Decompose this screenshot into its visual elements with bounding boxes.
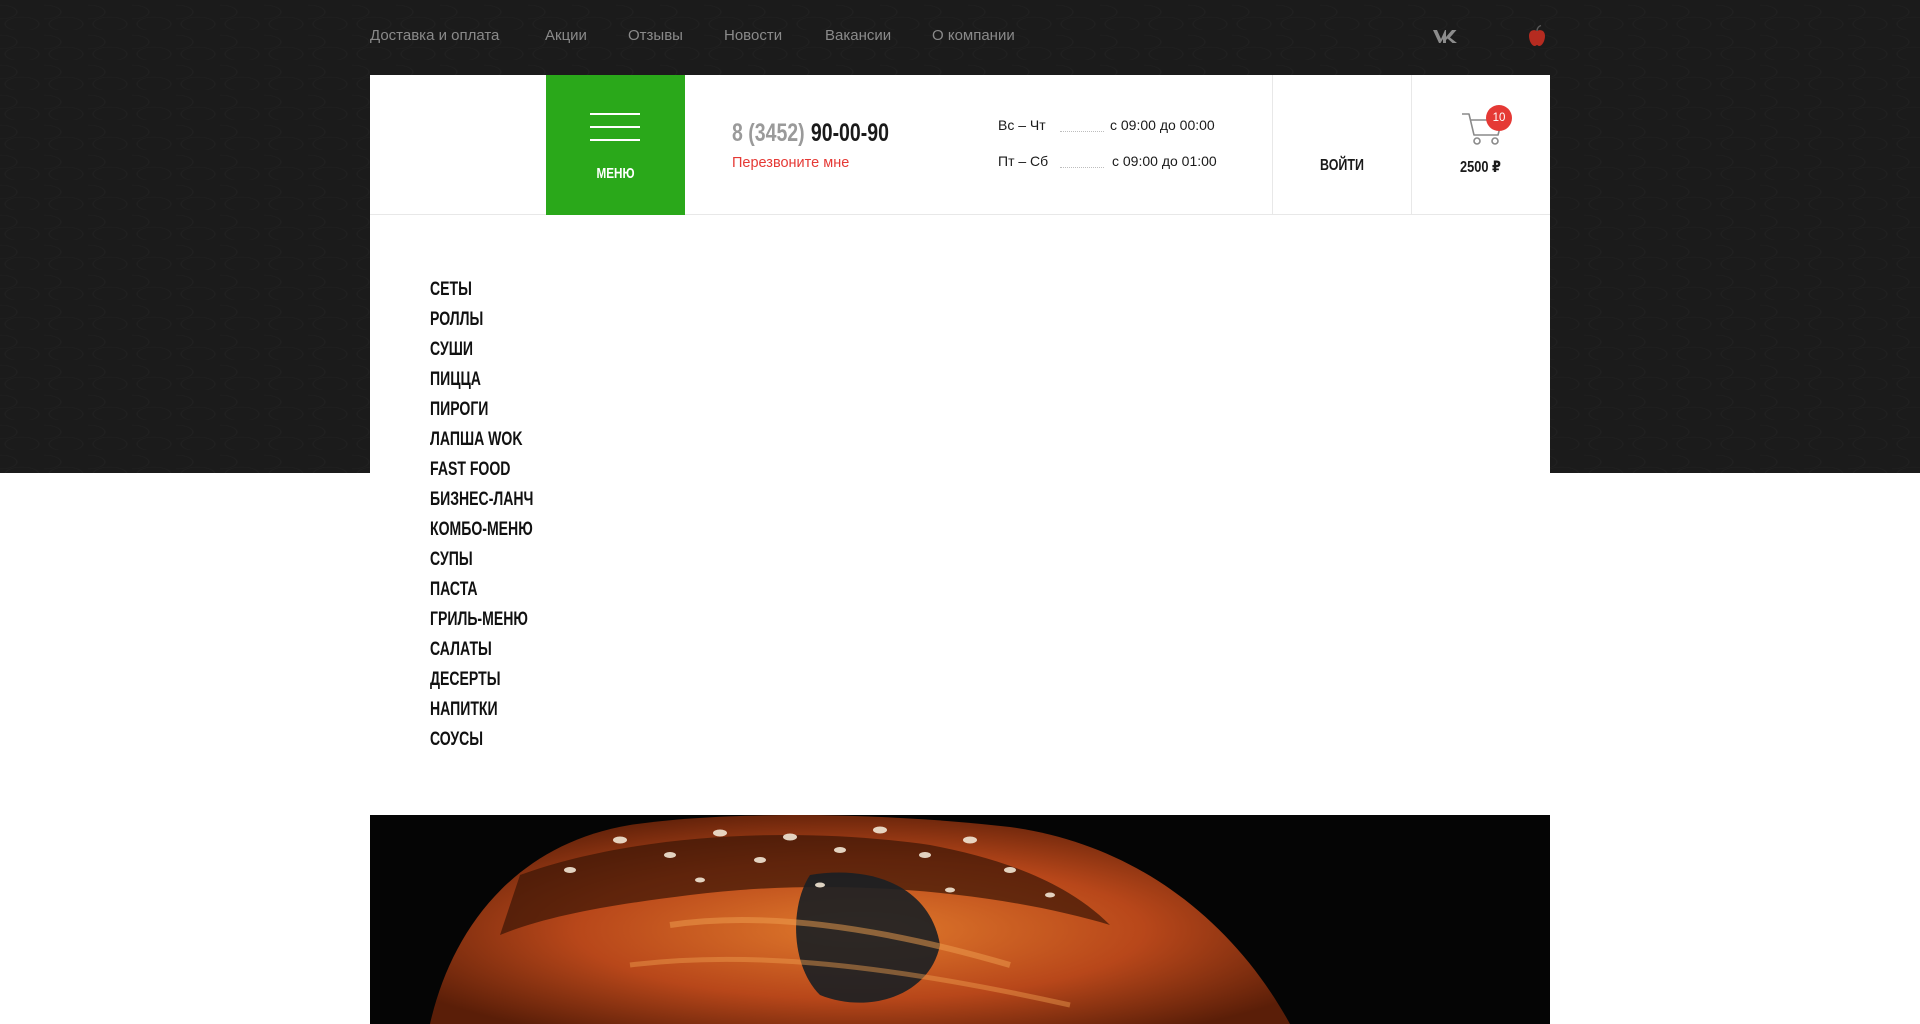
cart-total: 2500 ₽	[1460, 159, 1501, 176]
hours-time: с 09:00 до 01:00	[1112, 153, 1217, 169]
category-item-rolls[interactable]: РОЛЛЫ	[430, 308, 578, 338]
category-item-pies[interactable]: ПИРОГИ	[430, 398, 578, 428]
topnav-promotions-link[interactable]: Акции	[545, 27, 587, 44]
main-panel: МЕНЮ 8 (3452) 90-00-90 Перезвоните мне Вс…	[370, 75, 1550, 815]
category-item-desserts[interactable]: ДЕСЕРТЫ	[430, 668, 578, 698]
topnav-reviews-link[interactable]: Отзывы	[628, 27, 683, 44]
category-item-pizza[interactable]: ПИЦЦА	[430, 368, 578, 398]
category-item-soups[interactable]: СУПЫ	[430, 548, 578, 578]
category-item-sets[interactable]: СЕТЫ	[430, 278, 578, 308]
phone-code: 8 (3452)	[732, 119, 805, 147]
topnav-vacancies-link[interactable]: Вакансии	[825, 27, 891, 44]
topnav-delivery-link[interactable]: Доставка и оплата	[370, 27, 499, 44]
category-item-fast-food[interactable]: FAST FOOD	[430, 458, 578, 488]
category-item-pasta[interactable]: ПАСТА	[430, 578, 578, 608]
hours-dotted-leader	[1060, 131, 1104, 132]
sushi-illustration	[430, 815, 1290, 1024]
callback-link[interactable]: Перезвоните мне	[732, 155, 849, 171]
category-item-salads[interactable]: САЛАТЫ	[430, 638, 578, 668]
hours-dotted-leader	[1060, 167, 1104, 168]
hours-time: с 09:00 до 00:00	[1110, 117, 1215, 133]
hero-image-sushi	[370, 815, 1550, 1024]
category-item-wok[interactable]: ЛАПША WOK	[430, 428, 578, 458]
login-button[interactable]: ВОЙТИ	[1288, 157, 1396, 175]
divider	[1272, 75, 1273, 215]
cart-count-badge: 10	[1486, 105, 1512, 131]
category-item-business-lunch[interactable]: БИЗНЕС-ЛАНЧ	[430, 488, 578, 518]
divider	[1411, 75, 1412, 215]
category-menu: СЕТЫ РОЛЛЫ СУШИ ПИЦЦА ПИРОГИ ЛАПША WOK F…	[430, 278, 630, 758]
phone-number[interactable]: 8 (3452) 90-00-90	[732, 119, 889, 148]
vk-icon[interactable]	[1432, 28, 1458, 49]
hours-days: Пт – Сб	[998, 153, 1049, 169]
menu-button[interactable]: МЕНЮ	[546, 75, 685, 215]
category-item-sauces[interactable]: СОУСЫ	[430, 728, 578, 758]
category-item-drinks[interactable]: НАПИТКИ	[430, 698, 578, 728]
menu-button-label: МЕНЮ	[596, 165, 635, 182]
topnav-about-link[interactable]: О компании	[932, 27, 1015, 44]
hours-days: Вс – Чт	[998, 117, 1046, 133]
category-item-grill[interactable]: ГРИЛЬ-МЕНЮ	[430, 608, 578, 638]
category-item-sushi[interactable]: СУШИ	[430, 338, 578, 368]
phone-digits: 90-00-90	[810, 119, 889, 147]
topnav-news-link[interactable]: Новости	[724, 27, 782, 44]
site-header: МЕНЮ 8 (3452) 90-00-90 Перезвоните мне Вс…	[370, 75, 1550, 215]
category-item-combo[interactable]: КОМБО-МЕНЮ	[430, 518, 578, 548]
apple-icon[interactable]	[1526, 24, 1548, 48]
vk-logo-svg	[1433, 30, 1457, 43]
